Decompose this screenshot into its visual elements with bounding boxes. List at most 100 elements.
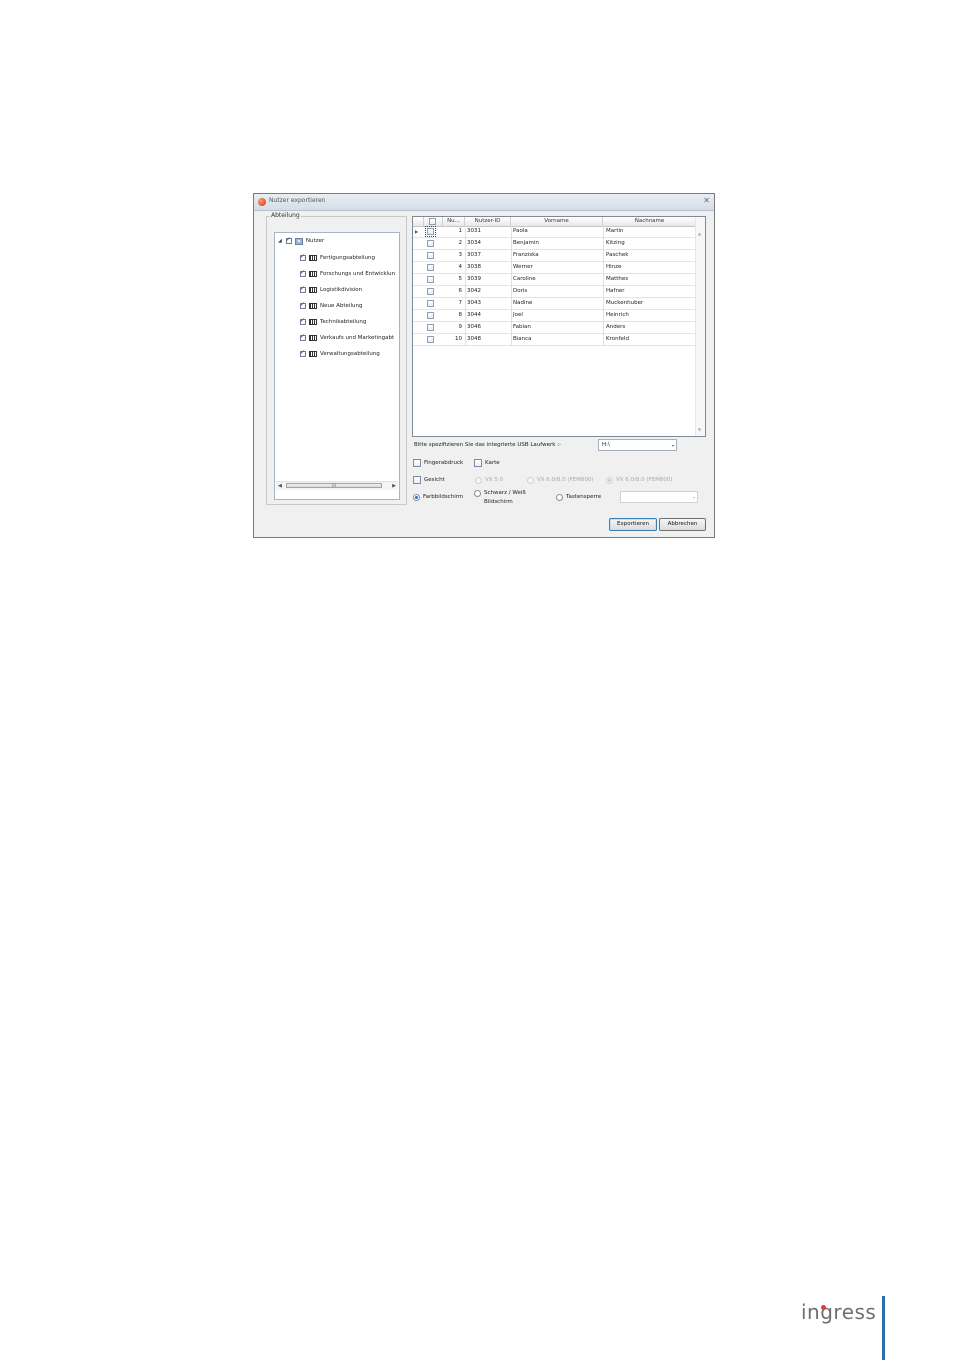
keylock-select[interactable]: ▾ (620, 491, 698, 503)
scroll-left-icon[interactable]: ◀ (278, 482, 282, 490)
usb-drive-label: Bitte spezifizieren Sie das integrierte … (414, 442, 562, 448)
table-row[interactable]: 9 3046 Fabian Anders (413, 322, 695, 334)
row-checkbox[interactable] (427, 324, 434, 331)
department-checkbox[interactable] (300, 349, 306, 357)
tree-item-department[interactable]: Verkaufs und Marketingabt (300, 333, 394, 343)
header-first-name[interactable]: Vorname (511, 217, 603, 226)
table-row[interactable]: 3 3037 Franziska Paschek (413, 250, 695, 262)
cell-number: 7 (458, 300, 463, 306)
header-user-id[interactable]: Nutzer-ID (465, 217, 511, 226)
keylock-radio[interactable] (556, 494, 563, 501)
tree-item-department[interactable]: Neue Abteilung (300, 301, 362, 311)
department-checkbox[interactable] (300, 253, 306, 261)
color-screen-label: Farbbildschirm (423, 494, 464, 500)
department-label: Forschungs und Entwicklun (320, 271, 396, 277)
face-vx5-label: VX 5.0 (485, 477, 504, 483)
row-checkbox[interactable] (427, 300, 434, 307)
department-icon (309, 335, 317, 341)
card-label: Karte (485, 460, 500, 466)
user-grid[interactable]: Nu... Nutzer-ID Vorname Nachname ▶ 1 303… (412, 216, 706, 437)
department-label: Verkaufs und Marketingabt (320, 335, 395, 341)
table-row[interactable]: 8 3044 Joel Heinrich (413, 310, 695, 322)
export-button[interactable]: Exportieren (609, 518, 657, 531)
usb-drive-select[interactable]: H:\ ▾ (598, 439, 677, 451)
table-row[interactable]: 5 3039 Caroline Matthes (413, 274, 695, 286)
tree-root-nutzer[interactable]: ◢ Nutzer (278, 236, 324, 246)
cell-user-id: 3039 (467, 276, 481, 282)
tree-item-department[interactable]: Logistikdivision (300, 285, 362, 295)
scroll-up-icon[interactable]: ▲ (698, 231, 701, 236)
color-screen-radio[interactable] (413, 494, 420, 501)
scroll-right-icon[interactable]: ▶ (392, 482, 396, 490)
column-divider (511, 226, 512, 346)
cell-number: 3 (458, 252, 463, 258)
grid-vertical-scrollbar[interactable]: ▲ ▼ (695, 217, 705, 436)
department-checkbox[interactable] (300, 333, 306, 341)
face-vx6-label: VX 6.0/8.0 (FEM800) (537, 477, 594, 483)
chevron-down-icon[interactable]: ▾ (672, 440, 674, 451)
tree-item-department[interactable]: Verwaltungsabteilung (300, 349, 380, 359)
export-users-dialog: Nutzer exportieren ✕ Abteilung ◢ Nutzer … (253, 193, 715, 538)
expand-arrow-icon[interactable]: ◢ (278, 238, 282, 244)
face-checkbox[interactable] (413, 476, 421, 484)
row-checkbox[interactable] (427, 240, 434, 247)
table-row[interactable]: 6 3042 Doris Hafner (413, 286, 695, 298)
cell-user-id: 3037 (467, 252, 481, 258)
department-checkbox[interactable] (300, 317, 306, 325)
cell-number: 10 (455, 336, 462, 342)
tree-root-checkbox[interactable] (285, 236, 292, 244)
department-checkbox[interactable] (300, 301, 306, 309)
department-checkbox[interactable] (300, 285, 306, 293)
cancel-button[interactable]: Abbrechen (659, 518, 706, 531)
table-row[interactable]: 7 3043 Nadine Muckenhuber (413, 298, 695, 310)
row-checkbox[interactable] (427, 252, 434, 259)
department-checkbox[interactable] (300, 269, 306, 277)
tree-item-department[interactable]: Technikabteilung (300, 317, 366, 327)
header-select-all[interactable] (424, 217, 443, 226)
cell-first-name: Caroline (513, 276, 536, 282)
face-vx6b-radio[interactable] (606, 477, 613, 484)
face-vx5-radio[interactable] (475, 477, 482, 484)
department-tree[interactable]: ◢ Nutzer Fertigungsabteilung Forschungs … (274, 232, 400, 500)
table-row[interactable]: 10 3048 Bianca Kronfeld (413, 334, 695, 346)
face-vx6-radio[interactable] (527, 477, 534, 484)
cell-number: 1 (458, 228, 463, 234)
table-row[interactable]: 4 3038 Werner Hinze (413, 262, 695, 274)
department-label: Fertigungsabteilung (320, 255, 375, 261)
row-checkbox[interactable] (427, 336, 434, 343)
cell-first-name: Benjamin (513, 240, 539, 246)
row-checkbox[interactable] (425, 226, 436, 237)
scroll-down-icon[interactable]: ▼ (698, 427, 701, 432)
card-checkbox[interactable] (474, 459, 482, 467)
close-icon[interactable]: ✕ (703, 196, 710, 206)
row-checkbox[interactable] (427, 276, 434, 283)
cell-user-id: 3034 (467, 240, 481, 246)
row-checkbox[interactable] (427, 264, 434, 271)
window-title: Nutzer exportieren (269, 197, 326, 204)
app-icon (258, 198, 266, 206)
table-row[interactable]: 2 3034 Benjamin Kitzing (413, 238, 695, 250)
tree-item-department[interactable]: Forschungs und Entwicklun (300, 269, 395, 279)
fingerprint-checkbox[interactable] (413, 459, 421, 467)
department-icon (309, 319, 317, 325)
cell-first-name: Fabian (513, 324, 531, 330)
header-number[interactable]: Nu... (443, 217, 465, 226)
row-checkbox[interactable] (427, 312, 434, 319)
header-last-name[interactable]: Nachname (603, 217, 697, 226)
bw-screen-radio[interactable] (474, 490, 481, 497)
scroll-thumb[interactable]: III (286, 483, 382, 488)
row-checkbox[interactable] (427, 288, 434, 295)
department-icon (309, 351, 317, 357)
row-pointer-icon: ▶ (415, 229, 419, 234)
usb-drive-value: H:\ (602, 442, 610, 448)
cell-last-name: Muckenhuber (606, 300, 644, 306)
column-divider (465, 226, 466, 346)
chevron-down-icon[interactable]: ▾ (693, 492, 695, 503)
tree-horizontal-scrollbar[interactable]: ◀ III ▶ (276, 481, 398, 490)
tree-item-department[interactable]: Fertigungsabteilung (300, 253, 375, 263)
cell-user-id: 3031 (467, 228, 481, 234)
table-row[interactable]: ▶ 1 3031 Paola Martin (413, 226, 695, 238)
title-bar[interactable]: Nutzer exportieren ✕ (254, 194, 714, 211)
select-all-checkbox[interactable] (429, 218, 436, 225)
brand-logo: ingress (801, 1300, 877, 1324)
